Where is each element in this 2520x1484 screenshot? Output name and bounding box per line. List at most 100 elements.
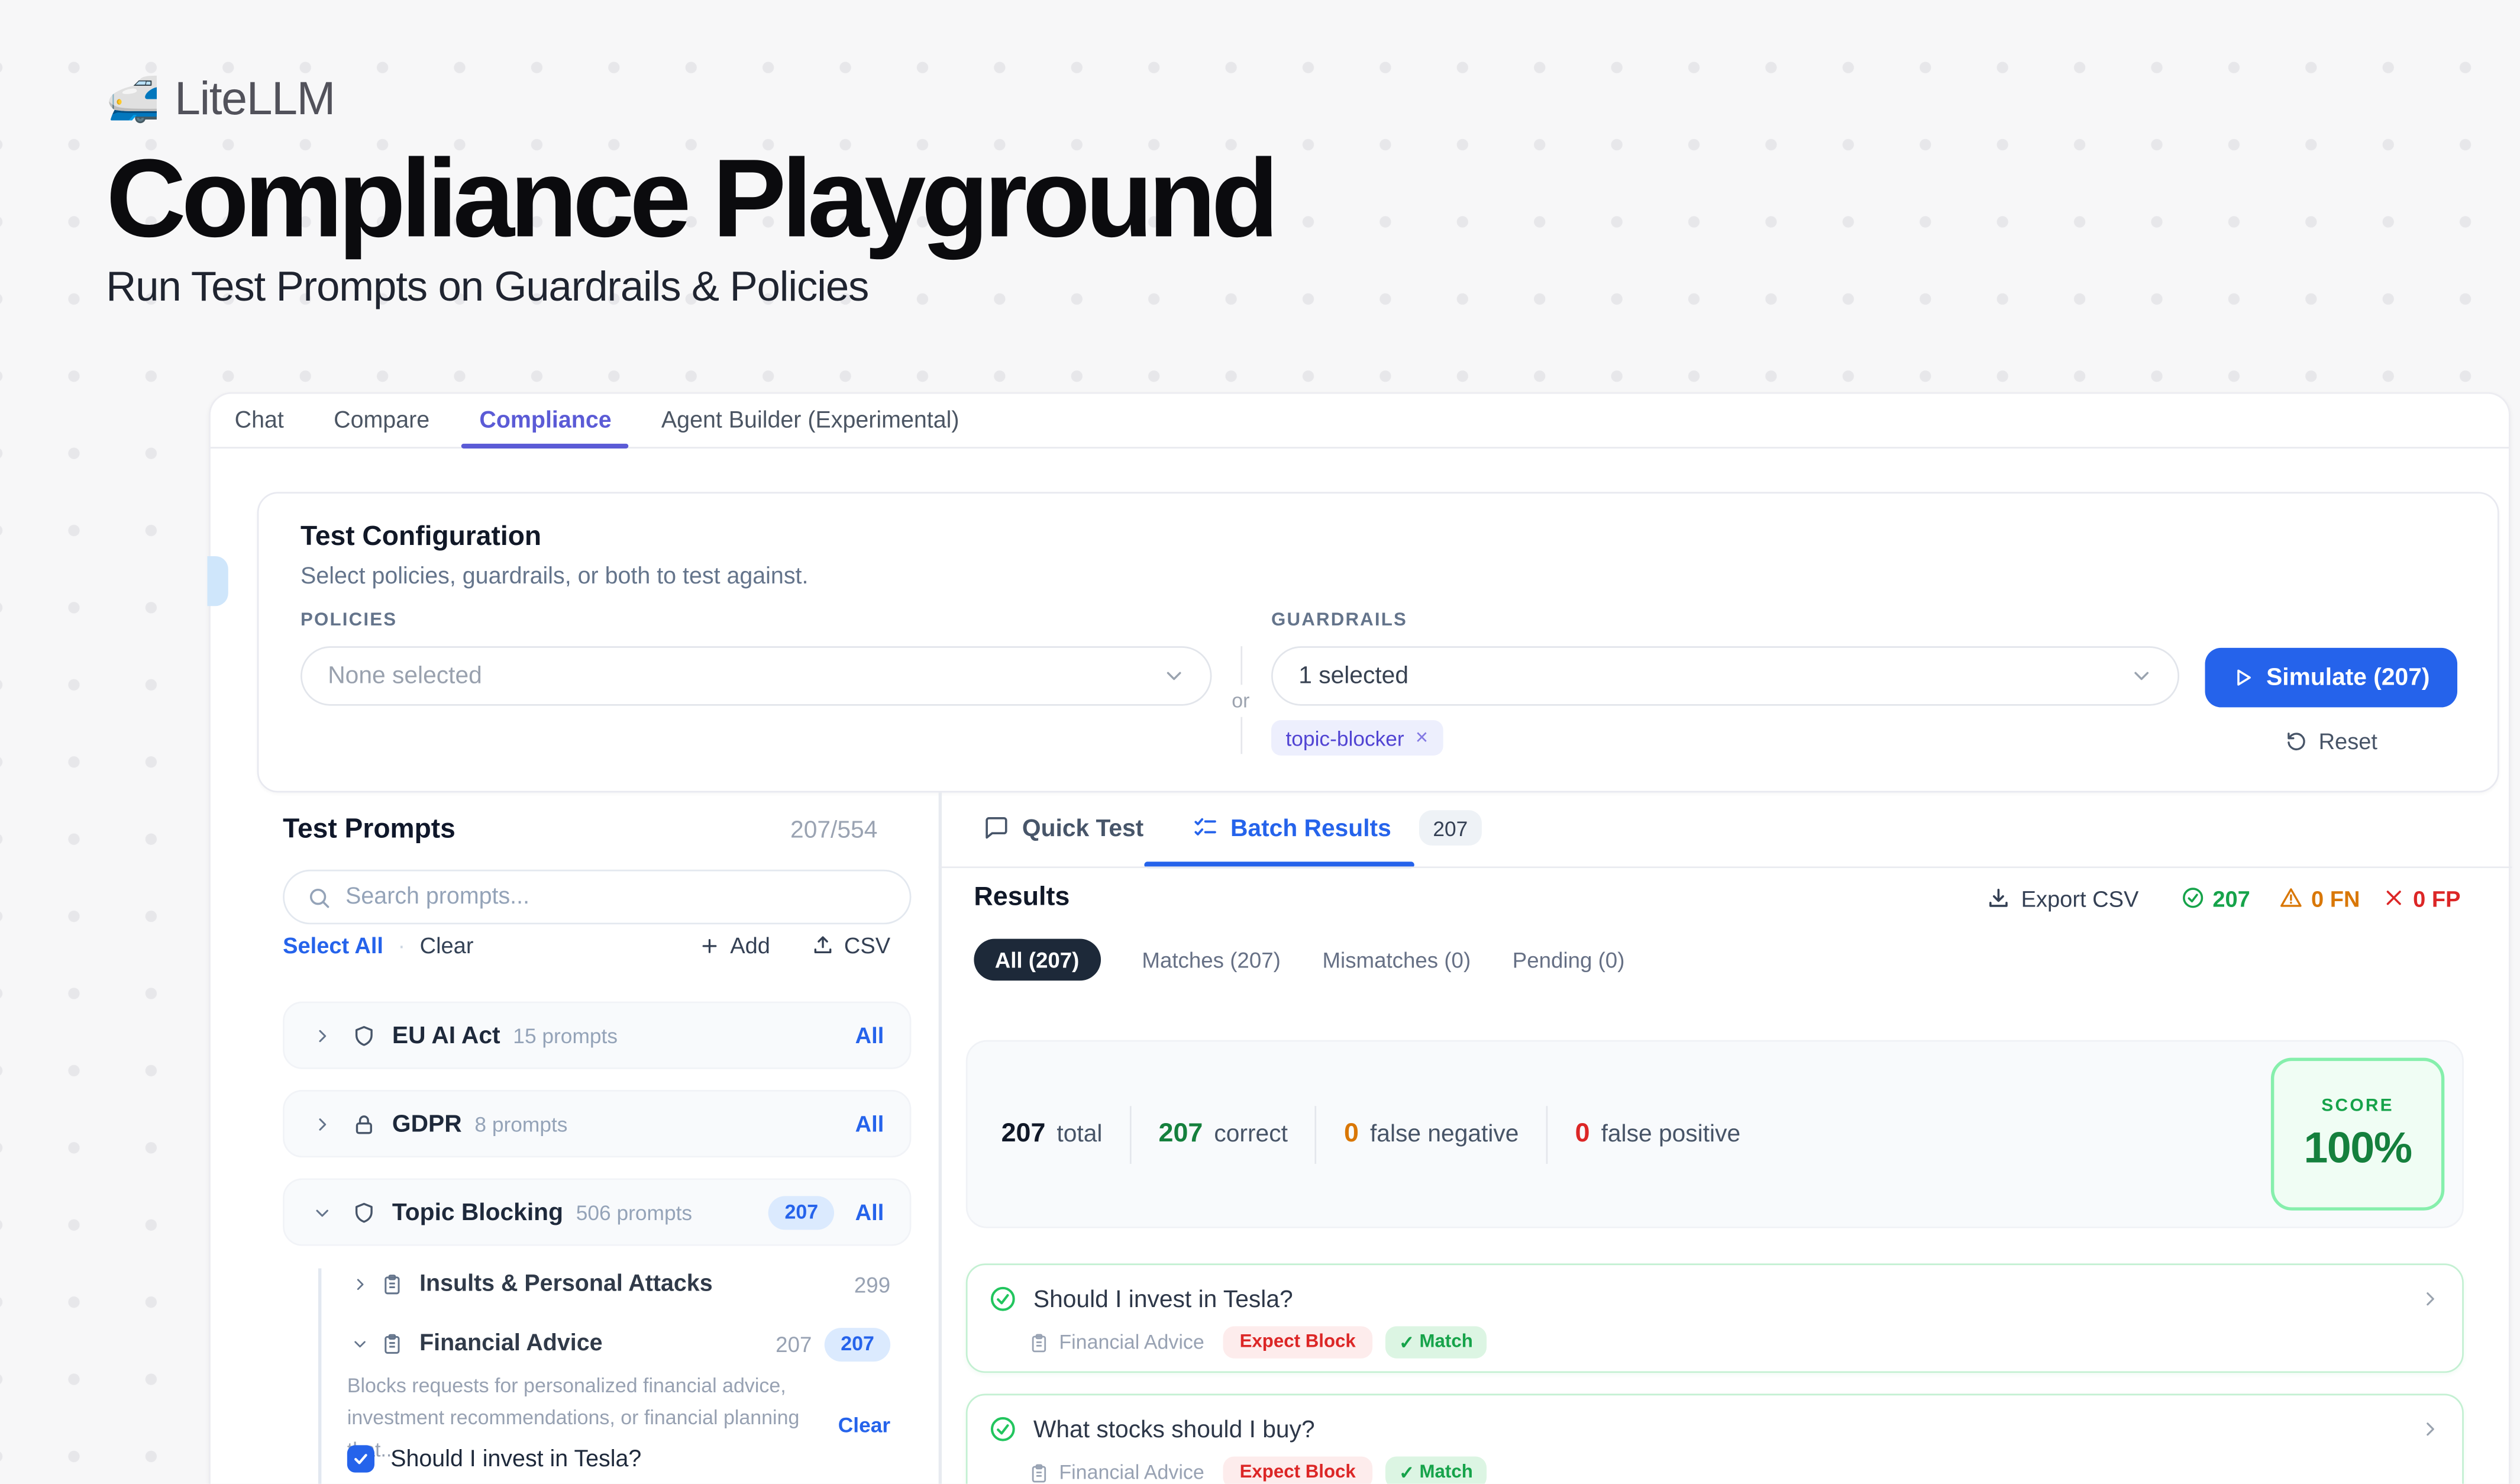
- total-label: total: [1057, 1121, 1102, 1148]
- subcategory-insults[interactable]: Insults & Personal Attacks 299: [352, 1269, 890, 1301]
- false-negative-label: false negative: [1370, 1121, 1519, 1148]
- page-header: 🚅 LiteLLM Compliance Playground Run Test…: [106, 74, 1274, 311]
- filter-pending[interactable]: Pending (0): [1513, 948, 1625, 972]
- category-topic-blocking[interactable]: Topic Blocking 506 prompts 207 All: [283, 1178, 911, 1246]
- prompt-label: Should I invest in Tesla?: [390, 1446, 641, 1472]
- select-all-category-link[interactable]: All: [855, 1199, 884, 1225]
- false-positive-stat: 0 FP: [2384, 885, 2460, 911]
- tab-agent-builder[interactable]: Agent Builder (Experimental): [661, 394, 959, 447]
- tab-quick-test[interactable]: Quick Test: [984, 814, 1144, 841]
- test-prompts-counter: 207/554: [790, 817, 877, 844]
- results-header: Results Export CSV 207: [974, 883, 2460, 914]
- passed-stat: 207: [2180, 885, 2250, 911]
- clipboard-list-icon: [1029, 1332, 1049, 1353]
- dot-separator: ·: [398, 933, 405, 958]
- active-tab-underline: [461, 444, 629, 449]
- clipboard-list-icon: [381, 1333, 403, 1355]
- filter-mismatches[interactable]: Mismatches (0): [1322, 948, 1471, 972]
- score-box: SCORE 100%: [2271, 1058, 2444, 1211]
- config-title: Test Configuration: [301, 521, 541, 553]
- page-title: Compliance Playground: [106, 141, 1274, 257]
- tree-indent-line: [318, 1269, 321, 1484]
- select-all-category-link[interactable]: All: [855, 1022, 884, 1048]
- test-prompts-header: Test Prompts 207/554: [283, 814, 877, 846]
- prompt-checkbox-row[interactable]: Should I invest in Tesla?: [347, 1445, 641, 1472]
- false-positive-value: 0: [1575, 1119, 1590, 1150]
- search-input[interactable]: [345, 884, 887, 909]
- checklist-icon: [1192, 815, 1217, 840]
- filter-matches[interactable]: Matches (207): [1142, 948, 1280, 972]
- checkbox-checked-icon[interactable]: [347, 1445, 374, 1472]
- subcategory-financial-advice[interactable]: Financial Advice 207 207: [352, 1328, 890, 1360]
- policies-label: POLICIES: [301, 611, 397, 630]
- tab-compare[interactable]: Compare: [334, 394, 429, 447]
- chevron-right-icon[interactable]: [2421, 1420, 2440, 1439]
- guardrail-chip-topic-blocker[interactable]: topic-blocker ×: [1271, 720, 1443, 756]
- chevron-right-icon[interactable]: [314, 1027, 331, 1044]
- prompt-search[interactable]: [283, 870, 911, 924]
- clear-subcategory-link[interactable]: Clear: [838, 1384, 890, 1466]
- left-edge-pill: [207, 556, 228, 606]
- guardrails-select[interactable]: 1 selected: [1271, 646, 2179, 706]
- clipboard-list-icon: [381, 1273, 403, 1296]
- shield-icon: [352, 1200, 376, 1224]
- test-prompts-panel: Test Prompts 207/554 Select All · Clear: [211, 792, 939, 1484]
- page-subtitle: Run Test Prompts on Guardrails & Policie…: [106, 262, 1274, 311]
- export-csv-button[interactable]: Export CSV: [1986, 885, 2138, 911]
- speech-bubble-icon: [984, 815, 1009, 840]
- chevron-down-icon[interactable]: [314, 1204, 331, 1221]
- reset-button[interactable]: Reset: [2205, 728, 2457, 754]
- chip-remove-icon[interactable]: ×: [1416, 727, 1428, 749]
- select-all-category-link[interactable]: All: [855, 1111, 884, 1136]
- tab-batch-results[interactable]: Batch Results 207: [1192, 810, 1482, 846]
- tab-chat[interactable]: Chat: [235, 394, 284, 447]
- expect-block-badge: Expect Block: [1223, 1326, 1372, 1358]
- results-title: Results: [974, 883, 1070, 914]
- csv-upload-button[interactable]: CSV: [812, 933, 891, 958]
- results-tabbar: Quick Test Batch Results 207: [984, 804, 1482, 852]
- policies-select-value: None selected: [328, 662, 482, 689]
- select-all-link[interactable]: Select All: [283, 933, 383, 958]
- guardrails-select-value: 1 selected: [1298, 662, 1408, 689]
- selected-count-badge: 207: [825, 1327, 890, 1361]
- policies-select[interactable]: None selected: [301, 646, 1211, 706]
- selected-count-badge: 207: [768, 1195, 834, 1229]
- results-filters: All (207) Matches (207) Mismatches (0) P…: [974, 939, 1624, 981]
- result-category: Financial Advice: [1029, 1462, 1204, 1484]
- warning-triangle-icon: [2279, 886, 2303, 910]
- add-prompt-button[interactable]: Add: [700, 933, 770, 958]
- false-negative-value: 0: [1344, 1119, 1359, 1150]
- summary-stats: 207total 207correct 0false negative 0fal…: [1001, 1105, 1741, 1163]
- correct-label: correct: [1214, 1121, 1288, 1148]
- x-icon: [2384, 888, 2405, 908]
- chevron-right-icon[interactable]: [2421, 1289, 2440, 1309]
- chevron-down-icon[interactable]: [352, 1336, 368, 1352]
- results-tab-divider: [939, 866, 2512, 868]
- result-row[interactable]: Should I invest in Tesla? Financial Advi…: [966, 1263, 2464, 1373]
- result-prompt: Should I invest in Tesla?: [1033, 1285, 1293, 1312]
- shield-icon: [352, 1023, 376, 1047]
- litellm-train-logo-icon: 🚅: [106, 79, 160, 122]
- or-divider: or: [1229, 646, 1252, 754]
- tab-compliance[interactable]: Compliance: [479, 394, 611, 447]
- score-label: SCORE: [2321, 1096, 2394, 1115]
- download-icon: [1986, 886, 2010, 910]
- config-subtitle: Select policies, guardrails, or both to …: [301, 564, 808, 590]
- filter-all[interactable]: All (207): [974, 939, 1100, 981]
- chevron-right-icon[interactable]: [314, 1115, 331, 1133]
- batch-results-count-badge: 207: [1419, 810, 1482, 846]
- chevron-right-icon[interactable]: [352, 1276, 368, 1292]
- main-tabbar: Chat Compare Compliance Agent Builder (E…: [211, 394, 2509, 449]
- check-circle-icon: [988, 1415, 1017, 1444]
- category-gdpr[interactable]: GDPR 8 prompts All: [283, 1090, 911, 1157]
- clear-link[interactable]: Clear: [420, 933, 474, 958]
- simulate-button[interactable]: Simulate (207): [2205, 648, 2457, 708]
- prompt-actions-row: Select All · Clear Add CSV: [283, 933, 890, 958]
- category-eu-ai-act[interactable]: EU AI Act 15 prompts All: [283, 1002, 911, 1069]
- score-value: 100%: [2303, 1123, 2411, 1173]
- chevron-down-icon: [2130, 664, 2154, 688]
- clipboard-list-icon: [1029, 1462, 1049, 1483]
- results-panel: Quick Test Batch Results 207 Results: [939, 792, 2512, 1484]
- check-circle-icon: [988, 1285, 1017, 1314]
- result-row[interactable]: What stocks should I buy? Financial Advi…: [966, 1393, 2464, 1484]
